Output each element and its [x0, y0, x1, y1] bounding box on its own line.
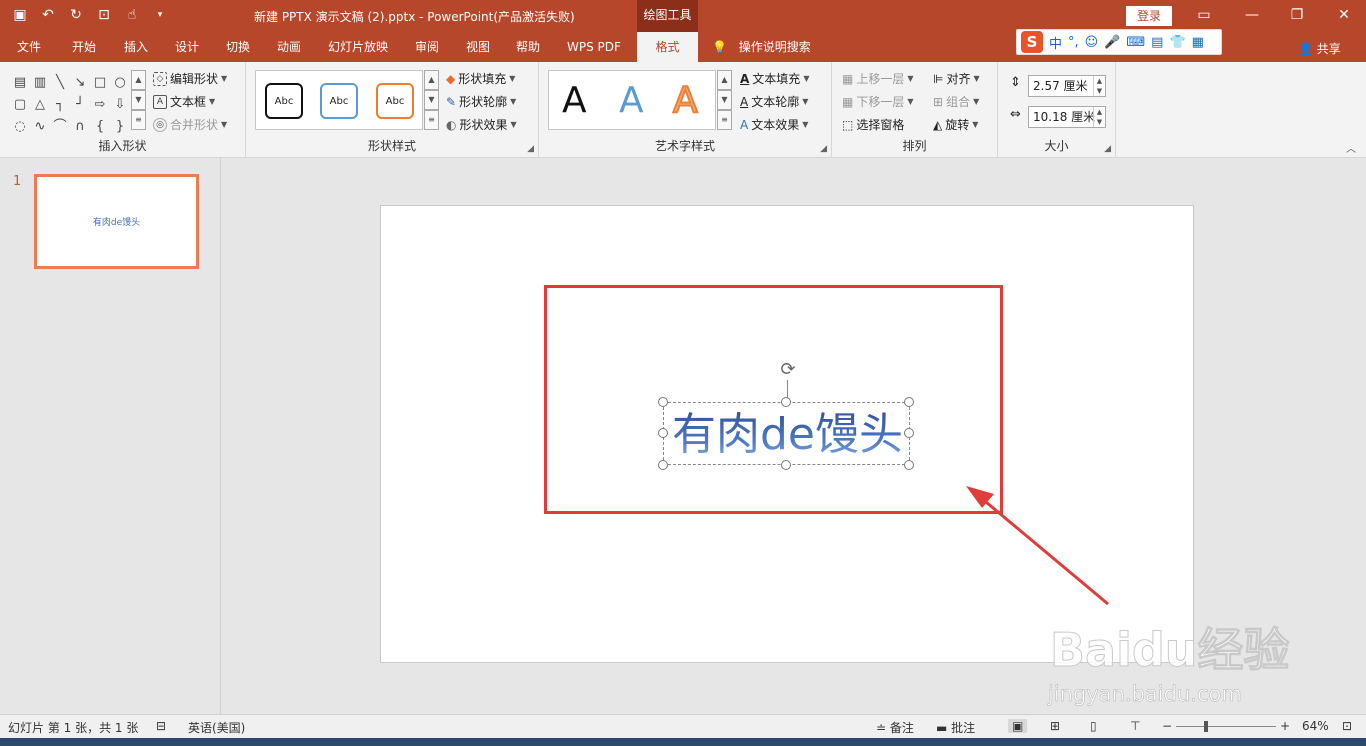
spellcheck-icon[interactable]: ⊟ — [156, 719, 166, 733]
annotation-arrow — [966, 486, 1109, 606]
annotation-arrow-line — [979, 495, 1109, 606]
notes-icon: ≐ — [876, 721, 887, 735]
zoom-in-icon[interactable]: + — [1280, 719, 1290, 733]
os-taskbar — [0, 738, 1366, 746]
comments-label: 批注 — [951, 721, 976, 735]
zoom-slider[interactable] — [1176, 721, 1276, 732]
notes-button[interactable]: ≐ 备注 — [876, 719, 914, 736]
slide-count-status: 幻灯片 第 1 张，共 1 张 — [8, 721, 139, 735]
notes-label: 备注 — [889, 721, 914, 735]
fit-to-window-icon[interactable]: ⊡ — [1342, 719, 1352, 733]
normal-view-icon[interactable]: ▣ — [1008, 719, 1028, 733]
language-status[interactable]: 英语(美国) — [188, 719, 245, 736]
slide-sorter-icon[interactable]: ⊞ — [1050, 719, 1060, 733]
zoom-level[interactable]: 64% — [1302, 719, 1329, 733]
zoom-slider-knob[interactable] — [1204, 721, 1208, 732]
status-bar: 幻灯片 第 1 张，共 1 张 ⊟ 英语(美国) ≐ 备注 ▬ 批注 ▣ ⊞ ▯… — [0, 714, 1366, 738]
comment-icon: ▬ — [936, 721, 948, 735]
comments-button[interactable]: ▬ 批注 — [936, 719, 975, 736]
reading-view-icon[interactable]: ▯ — [1090, 719, 1097, 733]
slideshow-view-icon[interactable]: ⊤ — [1130, 719, 1140, 733]
zoom-out-icon[interactable]: − — [1162, 719, 1172, 733]
